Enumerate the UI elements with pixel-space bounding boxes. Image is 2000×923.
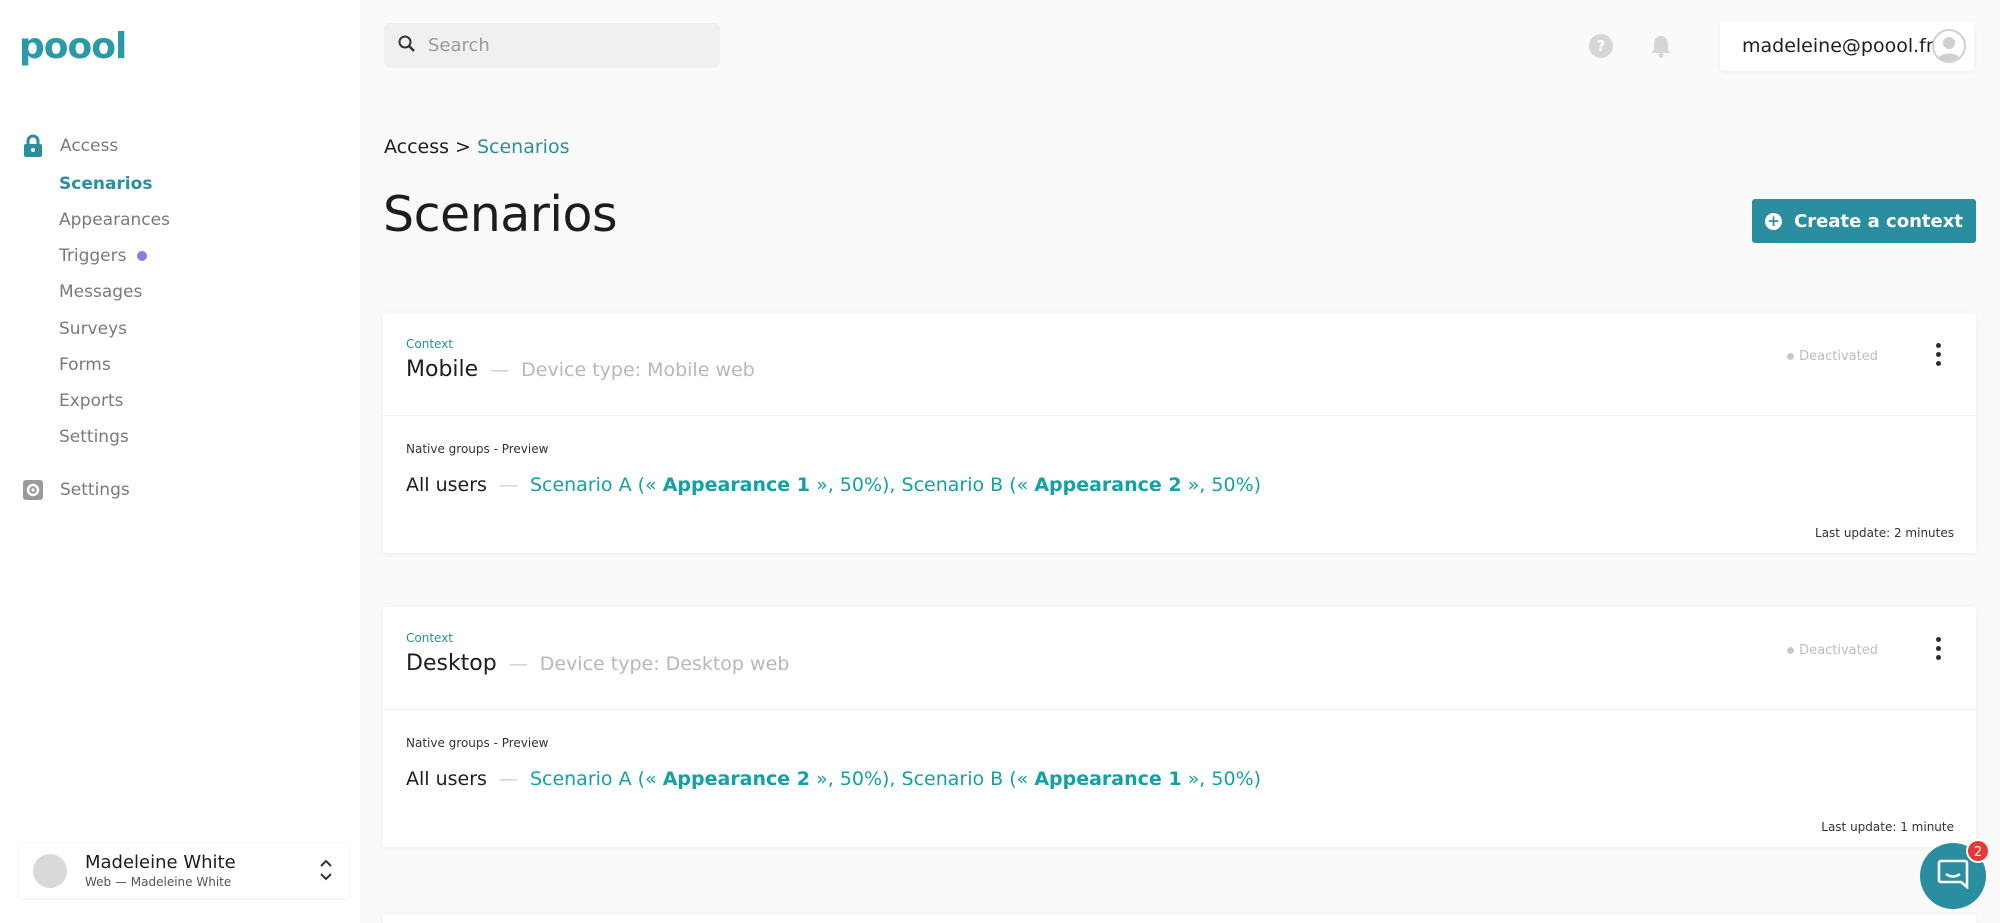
sidebar-item-label: Forms bbox=[59, 355, 111, 375]
context-card-header: Context Desktop — Device type: Desktop w… bbox=[383, 607, 1976, 710]
scenario-b-suffix: », 50%) bbox=[1187, 474, 1262, 496]
group-row[interactable]: All users — Scenario A (« Appearance 1 »… bbox=[406, 474, 1261, 496]
chat-launcher-button[interactable]: 2 bbox=[1920, 839, 1990, 909]
more-options-icon[interactable] bbox=[1928, 339, 1948, 369]
account-switcher[interactable]: Madeleine White Web — Madeleine White bbox=[19, 843, 349, 898]
sidebar-item-triggers[interactable]: Triggers bbox=[59, 246, 147, 266]
logo-mark: poool bbox=[19, 26, 127, 67]
context-device-type: Device type: Desktop web bbox=[539, 653, 790, 675]
status-badge: Deactivated bbox=[1787, 643, 1878, 658]
scenario-a-suffix: », 50%), Scenario B (« bbox=[816, 474, 1029, 496]
sidebar-item-appearances[interactable]: Appearances bbox=[59, 210, 170, 230]
account-subtitle: Web — Madeleine White bbox=[85, 875, 232, 889]
chat-icon bbox=[1937, 859, 1969, 893]
status-dot-icon bbox=[1787, 647, 1795, 654]
context-title: Desktop — Device type: Desktop web bbox=[406, 651, 789, 676]
account-name: Madeleine White bbox=[85, 852, 236, 873]
sidebar-section-label: Access bbox=[60, 136, 119, 156]
sidebar-item-label: Scenarios bbox=[59, 174, 153, 194]
breadcrumb-separator: > bbox=[455, 136, 471, 158]
scenario-b-suffix: », 50%) bbox=[1187, 768, 1262, 790]
new-indicator-dot bbox=[136, 251, 147, 261]
sidebar-item-exports[interactable]: Exports bbox=[59, 391, 124, 411]
last-update: Last update: 2 minutes bbox=[1815, 526, 1954, 540]
scenario-b-appearance: Appearance 2 bbox=[1034, 474, 1182, 496]
create-context-button[interactable]: + Create a context bbox=[1752, 199, 1976, 243]
row-dash: — bbox=[498, 768, 518, 790]
create-context-label: Create a context bbox=[1794, 210, 1963, 232]
scenario-a-appearance: Appearance 2 bbox=[662, 768, 811, 790]
avatar bbox=[33, 853, 67, 888]
context-device-type: Device type: Mobile web bbox=[521, 359, 755, 381]
sidebar-section-label: Settings bbox=[60, 480, 130, 500]
chevron-up-down-icon bbox=[319, 857, 333, 887]
sidebar-item-label: Exports bbox=[59, 391, 124, 411]
search-input[interactable] bbox=[428, 35, 698, 56]
scenario-summary: Scenario A (« Appearance 1 », 50%), Scen… bbox=[530, 474, 1261, 496]
breadcrumb-scenarios[interactable]: Scenarios bbox=[477, 136, 570, 158]
sidebar-item-label: Settings bbox=[59, 427, 129, 447]
poool-logo[interactable]: poool bbox=[19, 26, 134, 72]
sidebar-item-label: Surveys bbox=[59, 319, 127, 339]
more-options-icon[interactable] bbox=[1928, 633, 1948, 663]
search-icon bbox=[398, 35, 416, 57]
row-dash: — bbox=[498, 474, 518, 496]
sidebar-item-scenarios[interactable]: Scenarios bbox=[59, 174, 152, 194]
context-name[interactable]: Desktop bbox=[406, 651, 497, 676]
status-label: Deactivated bbox=[1799, 349, 1878, 364]
scenario-a-prefix: Scenario A (« bbox=[529, 768, 657, 790]
help-icon[interactable]: ? bbox=[1589, 34, 1613, 58]
user-menu[interactable]: madeleine@poool.fr bbox=[1720, 21, 1974, 71]
breadcrumb: Access > Scenarios bbox=[384, 136, 569, 158]
sidebar-item-label: Triggers bbox=[59, 246, 127, 266]
context-card-header: Context Mobile — Device type: Mobile web… bbox=[383, 313, 1976, 416]
scenario-a-appearance: Appearance 1 bbox=[662, 474, 811, 496]
native-groups-label: Native groups - Preview bbox=[406, 442, 549, 456]
user-email: madeleine@poool.fr bbox=[1742, 35, 1934, 57]
context-card-body: Native groups - Preview All users — Scen… bbox=[383, 710, 1976, 846]
sidebar-item-surveys[interactable]: Surveys bbox=[59, 319, 127, 339]
sidebar-item-forms[interactable]: Forms bbox=[59, 355, 111, 375]
group-row[interactable]: All users — Scenario A (« Appearance 2 »… bbox=[406, 768, 1261, 790]
scenario-a-prefix: Scenario A (« bbox=[529, 474, 657, 496]
lock-icon bbox=[22, 134, 44, 157]
sidebar-item-label: Messages bbox=[59, 282, 143, 302]
audience-name: All users bbox=[406, 768, 487, 790]
sidebar-item-label: Appearances bbox=[59, 210, 170, 230]
last-update: Last update: 1 minute bbox=[1821, 820, 1954, 834]
context-dash: — bbox=[490, 359, 510, 381]
breadcrumb-access[interactable]: Access bbox=[384, 136, 449, 158]
context-card-body: Native groups - Preview All users — Scen… bbox=[383, 416, 1976, 552]
unread-count-badge: 2 bbox=[1966, 839, 1990, 863]
bell-icon[interactable] bbox=[1650, 34, 1674, 58]
page-title: Scenarios bbox=[383, 186, 618, 243]
context-card-partial bbox=[383, 915, 1976, 923]
context-dash: — bbox=[508, 653, 528, 675]
status-badge: Deactivated bbox=[1787, 349, 1878, 364]
context-card-mobile: Context Mobile — Device type: Mobile web… bbox=[383, 313, 1976, 553]
scenario-a-suffix: », 50%), Scenario B (« bbox=[816, 768, 1029, 790]
context-title: Mobile — Device type: Mobile web bbox=[406, 357, 755, 382]
search-box[interactable] bbox=[384, 23, 720, 68]
context-label: Context bbox=[406, 631, 454, 645]
sidebar-section-access[interactable]: Access bbox=[22, 134, 119, 157]
sidebar-section-settings[interactable]: Settings bbox=[22, 479, 130, 501]
context-card-desktop: Context Desktop — Device type: Desktop w… bbox=[383, 607, 1976, 847]
scenario-b-appearance: Appearance 1 bbox=[1034, 768, 1182, 790]
native-groups-label: Native groups - Preview bbox=[406, 736, 549, 750]
context-name[interactable]: Mobile bbox=[406, 357, 478, 382]
status-dot-icon bbox=[1787, 353, 1795, 360]
svg-text:?: ? bbox=[1597, 37, 1606, 55]
sidebar-item-access-settings[interactable]: Settings bbox=[59, 427, 129, 447]
sidebar: poool Access Scenarios Appearances Trigg… bbox=[0, 0, 360, 923]
sidebar-item-messages[interactable]: Messages bbox=[59, 282, 142, 302]
context-label: Context bbox=[406, 337, 454, 351]
user-avatar-icon bbox=[1932, 29, 1966, 63]
scenario-summary: Scenario A (« Appearance 2 », 50%), Scen… bbox=[530, 768, 1261, 790]
gear-icon bbox=[22, 479, 44, 501]
svg-text:poool: poool bbox=[19, 28, 126, 66]
plus-circle-icon: + bbox=[1765, 212, 1783, 230]
status-label: Deactivated bbox=[1799, 643, 1878, 658]
audience-name: All users bbox=[406, 474, 487, 496]
